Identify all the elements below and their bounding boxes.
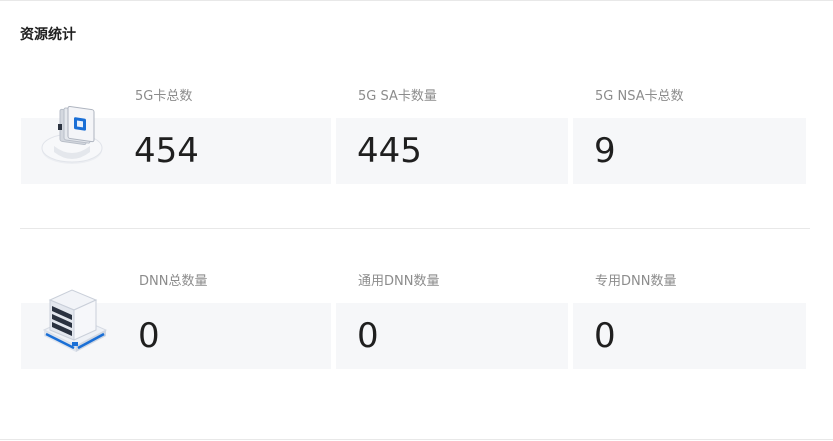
stat-value-dnn-dedicated: 0 — [594, 316, 616, 356]
stat-value-dnn-general: 0 — [357, 316, 379, 356]
top-border — [0, 0, 833, 1]
stat-value-dnn-total: 0 — [138, 316, 160, 356]
section-title: 资源统计 — [20, 27, 76, 43]
stat-label-dnn-general: 通用DNN数量 — [358, 274, 440, 289]
sim-card-icon — [41, 106, 103, 164]
stat-value-5g-total: 454 — [134, 131, 199, 171]
stat-value-5g-sa: 445 — [357, 131, 422, 171]
stat-label-5g-nsa: 5G NSA卡总数 — [595, 89, 684, 104]
section-divider — [20, 228, 810, 229]
server-icon — [42, 289, 108, 352]
bottom-border — [0, 439, 833, 440]
stat-label-5g-sa: 5G SA卡数量 — [358, 89, 437, 104]
stat-label-dnn-dedicated: 专用DNN数量 — [595, 274, 677, 289]
stat-label-5g-total: 5G卡总数 — [135, 89, 193, 104]
stat-value-5g-nsa: 9 — [594, 131, 616, 171]
resource-statistics-panel: 资源统计 5G卡总数 454 5G SA卡数量 445 5G NSA卡总数 9 — [0, 0, 833, 441]
stat-label-dnn-total: DNN总数量 — [139, 274, 208, 289]
